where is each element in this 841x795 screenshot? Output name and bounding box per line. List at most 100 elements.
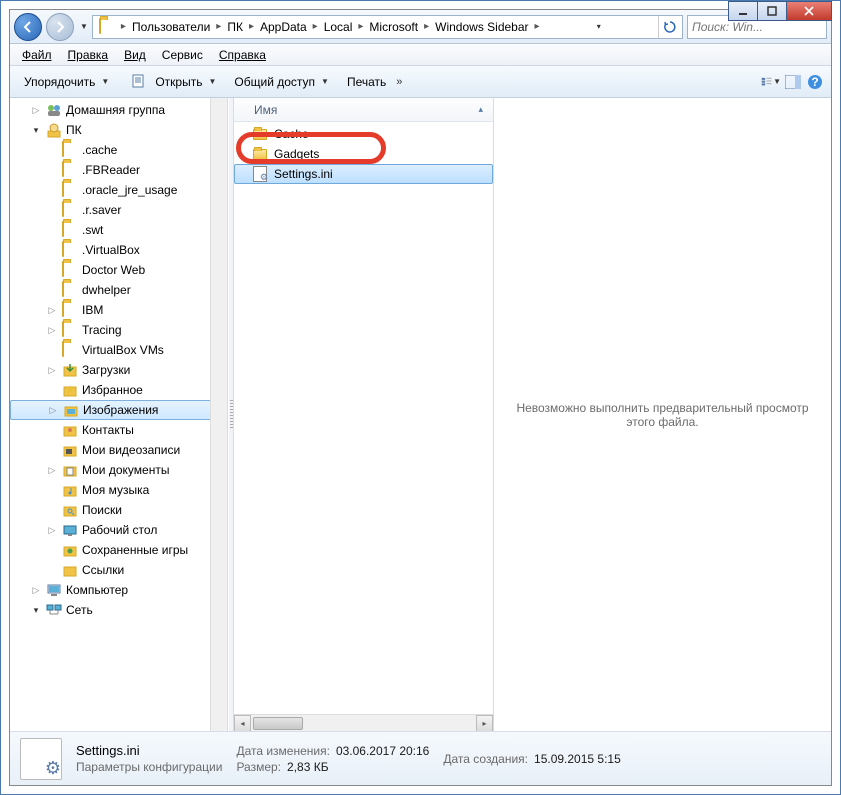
breadcrumb-chevron[interactable]: ▸: [119, 21, 128, 32]
tree-item-компьютер[interactable]: ▷Компьютер: [10, 580, 227, 600]
tree-item-поиски[interactable]: Поиски: [10, 500, 227, 520]
breadcrumb-overflow[interactable]: ▾: [597, 22, 601, 31]
tree-item-мои-документы[interactable]: ▷Мои документы: [10, 460, 227, 480]
breadcrumb-item[interactable]: Microsoft: [365, 16, 422, 38]
tree-expander-icon[interactable]: [46, 444, 58, 456]
hscroll-track[interactable]: [251, 716, 476, 731]
breadcrumb-chevron[interactable]: ▸: [356, 21, 365, 32]
nav-history-dropdown[interactable]: ▼: [80, 22, 88, 31]
tree-expander-icon[interactable]: ▷: [30, 584, 42, 596]
tree-expander-icon[interactable]: [46, 184, 58, 196]
tree-item--r-saver[interactable]: .r.saver: [10, 200, 227, 220]
tree-item-dwhelper[interactable]: dwhelper: [10, 280, 227, 300]
tree-expander-icon[interactable]: ▷: [46, 324, 58, 336]
tree-expander-icon[interactable]: [46, 544, 58, 556]
tree-item--fbreader[interactable]: .FBReader: [10, 160, 227, 180]
maximize-button[interactable]: [757, 1, 787, 21]
preview-pane-button[interactable]: [783, 72, 803, 92]
hscroll-thumb[interactable]: [253, 717, 303, 730]
tree-item-рабочий-стол[interactable]: ▷Рабочий стол: [10, 520, 227, 540]
breadcrumb-chevron[interactable]: ▸: [247, 21, 256, 32]
breadcrumb-chevron[interactable]: ▸: [533, 21, 542, 32]
tree-item-моя-музыка[interactable]: Моя музыка: [10, 480, 227, 500]
list-horizontal-scrollbar[interactable]: ◂ ▸: [234, 714, 493, 731]
breadcrumb-item[interactable]: Windows Sidebar: [431, 16, 532, 38]
tree-item-мои-видеозаписи[interactable]: Мои видеозаписи: [10, 440, 227, 460]
organize-button[interactable]: Упорядочить▼: [16, 70, 117, 94]
tree-item--oracle-jre-usage[interactable]: .oracle_jre_usage: [10, 180, 227, 200]
minimize-button[interactable]: [728, 1, 758, 21]
nav-back-button[interactable]: [14, 13, 42, 41]
tree-item-сеть[interactable]: ▾Сеть: [10, 600, 227, 620]
menu-tools[interactable]: Сервис: [154, 46, 211, 64]
tree-expander-icon[interactable]: [46, 144, 58, 156]
tree-item-пк[interactable]: ▾ПК: [10, 120, 227, 140]
nav-forward-button[interactable]: [46, 13, 74, 41]
hscroll-right-button[interactable]: ▸: [476, 715, 493, 732]
column-header-name[interactable]: Имя▴: [234, 98, 493, 122]
list-item[interactable]: Settings.ini: [234, 164, 493, 184]
breadcrumb-bar[interactable]: ▸ Пользователи▸ ПК▸ AppData▸ Local▸ Micr…: [92, 15, 683, 39]
tree-expander-icon[interactable]: [46, 164, 58, 176]
tree-expander-icon[interactable]: [46, 344, 58, 356]
share-button[interactable]: Общий доступ▼: [226, 70, 337, 94]
tree-item--virtualbox[interactable]: .VirtualBox: [10, 240, 227, 260]
tree-item-ссылки[interactable]: Ссылки: [10, 560, 227, 580]
breadcrumb-chevron[interactable]: ▸: [214, 21, 223, 32]
toolbar-overflow[interactable]: »: [396, 76, 402, 88]
tree-item-tracing[interactable]: ▷Tracing: [10, 320, 227, 340]
tree-expander-icon[interactable]: [46, 564, 58, 576]
refresh-button[interactable]: [658, 16, 680, 38]
tree-item-контакты[interactable]: Контакты: [10, 420, 227, 440]
list-item[interactable]: Gadgets: [234, 144, 493, 164]
tree-scrollbar[interactable]: [210, 98, 227, 731]
tree-expander-icon[interactable]: ▷: [47, 404, 59, 416]
file-list[interactable]: CacheGadgetsSettings.ini: [234, 122, 493, 714]
tree-expander-icon[interactable]: ▷: [46, 364, 58, 376]
tree-item-изображения[interactable]: ▷Изображения: [10, 400, 227, 420]
print-button[interactable]: Печать: [339, 70, 394, 94]
tree-expander-icon[interactable]: [46, 224, 58, 236]
menu-view[interactable]: Вид: [116, 46, 154, 64]
tree-expander-icon[interactable]: [46, 504, 58, 516]
breadcrumb-item[interactable]: Local: [320, 16, 357, 38]
open-button[interactable]: Открыть▼: [119, 70, 224, 94]
tree-expander-icon[interactable]: [46, 424, 58, 436]
tree-expander-icon[interactable]: ▾: [30, 124, 42, 136]
breadcrumb-item[interactable]: Пользователи: [128, 16, 214, 38]
tree-expander-icon[interactable]: [46, 384, 58, 396]
tree-item-загрузки[interactable]: ▷Загрузки: [10, 360, 227, 380]
tree-item-doctor-web[interactable]: Doctor Web: [10, 260, 227, 280]
tree-expander-icon[interactable]: ▷: [30, 104, 42, 116]
tree-expander-icon[interactable]: ▷: [46, 304, 58, 316]
breadcrumb-item[interactable]: ПК: [223, 16, 247, 38]
tree-item-сохраненные-игры[interactable]: Сохраненные игры: [10, 540, 227, 560]
tree-expander-icon[interactable]: [46, 244, 58, 256]
tree-expander-icon[interactable]: ▾: [30, 604, 42, 616]
tree-expander-icon[interactable]: [46, 264, 58, 276]
breadcrumb-item[interactable]: AppData: [256, 16, 311, 38]
tree-item-домашняя-группа[interactable]: ▷Домашняя группа: [10, 100, 227, 120]
close-button[interactable]: [786, 1, 832, 21]
menu-help[interactable]: Справка: [211, 46, 274, 64]
tree-item-ibm[interactable]: ▷IBM: [10, 300, 227, 320]
tree-expander-icon[interactable]: [46, 284, 58, 296]
tree-expander-icon[interactable]: [46, 484, 58, 496]
view-mode-button[interactable]: ▼: [761, 72, 781, 92]
help-button[interactable]: ?: [805, 72, 825, 92]
tree-item--swt[interactable]: .swt: [10, 220, 227, 240]
tree-expander-icon[interactable]: [46, 204, 58, 216]
menu-edit[interactable]: Правка: [60, 46, 117, 64]
tree-expander-icon[interactable]: ▷: [46, 524, 58, 536]
breadcrumb-chevron[interactable]: ▸: [311, 21, 320, 32]
breadcrumb-chevron[interactable]: ▸: [422, 21, 431, 32]
tree-expander-icon[interactable]: ▷: [46, 464, 58, 476]
menu-file[interactable]: Файл: [14, 46, 60, 64]
search-input[interactable]: [692, 20, 841, 34]
tree-item--cache[interactable]: .cache: [10, 140, 227, 160]
hscroll-left-button[interactable]: ◂: [234, 715, 251, 732]
tree-item-virtualbox-vms[interactable]: VirtualBox VMs: [10, 340, 227, 360]
tree-item-избранное[interactable]: Избранное: [10, 380, 227, 400]
navigation-tree[interactable]: ▷Домашняя группа▾ПК.cache.FBReader.oracl…: [10, 98, 228, 731]
list-item[interactable]: Cache: [234, 124, 493, 144]
